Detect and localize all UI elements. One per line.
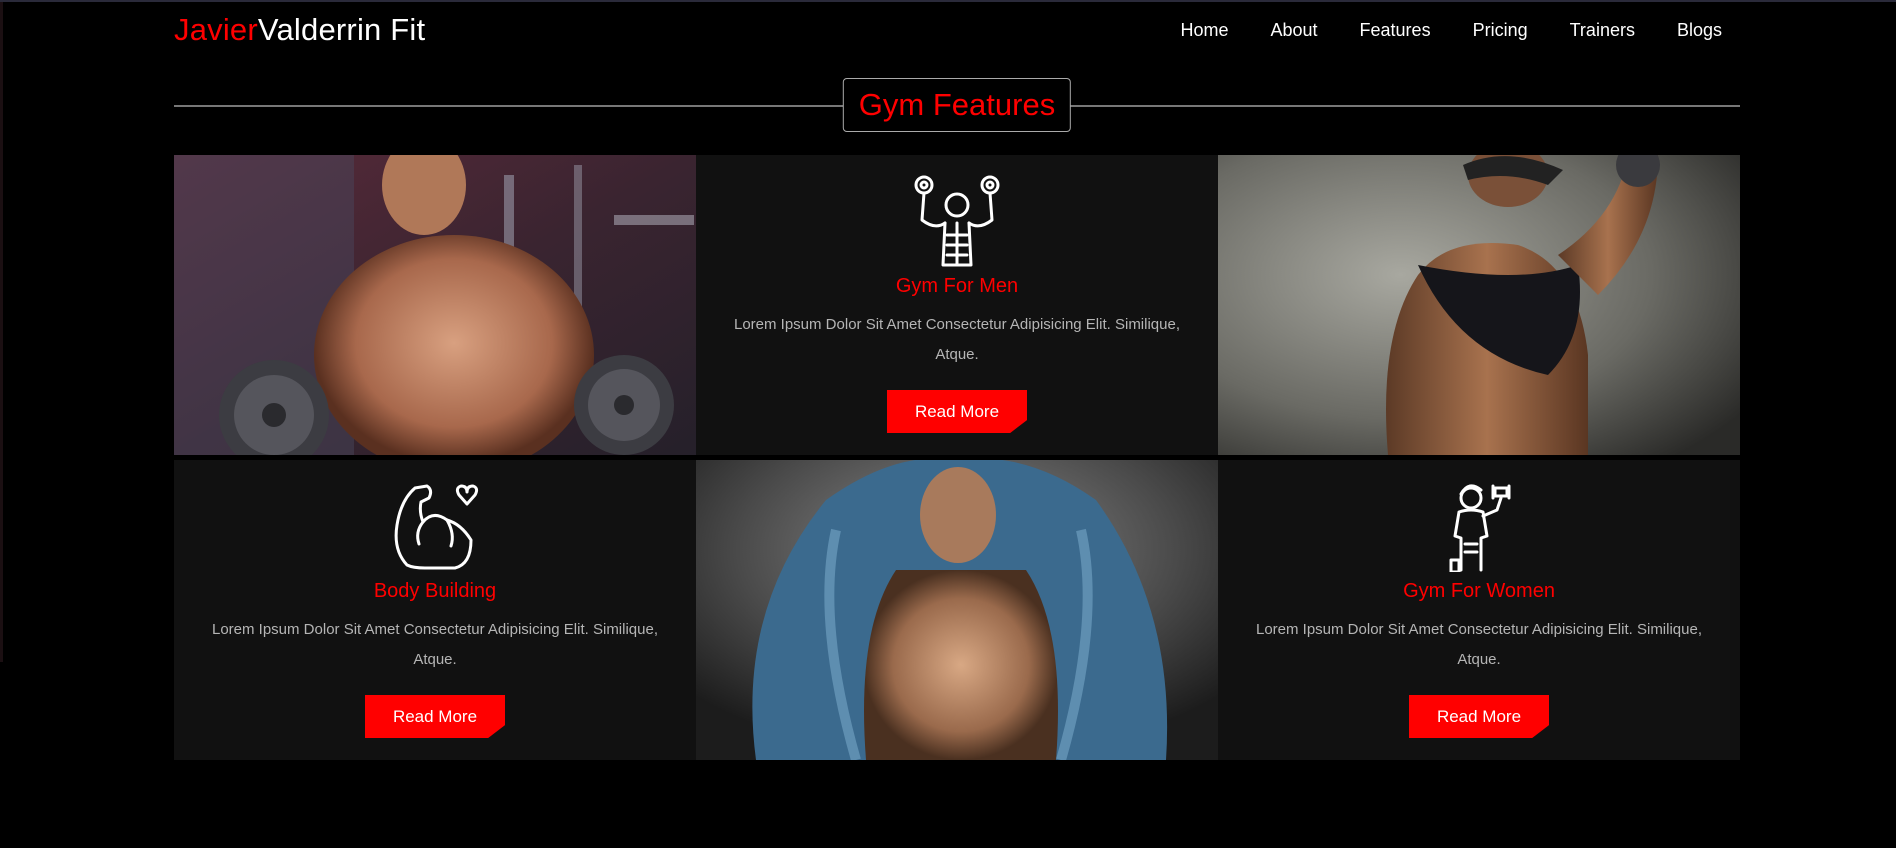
- logo-accent[interactable]: Javier: [174, 12, 258, 47]
- nav-features[interactable]: Features: [1360, 20, 1431, 41]
- man-dumbbells-image: [174, 155, 696, 455]
- read-more-button[interactable]: Read More: [887, 390, 1027, 433]
- site-header: JavierValderrin Fit Home About Features …: [174, 2, 1722, 58]
- photo-woman-fitness: [1218, 155, 1740, 455]
- flexed-arm-heart-icon: [394, 484, 479, 570]
- section-title: Gym Features: [842, 78, 1072, 132]
- woman-dumbbell-icon: [1449, 484, 1511, 572]
- man-hoodie-image: [696, 460, 1218, 760]
- feature-description: Lorem Ipsum Dolor Sit Amet Consectetur A…: [733, 316, 1180, 363]
- site-logo[interactable]: JavierValderrin Fit: [174, 12, 425, 48]
- feature-title: Gym For Women: [1403, 580, 1555, 602]
- nav-trainers[interactable]: Trainers: [1570, 20, 1635, 41]
- page: JavierValderrin Fit Home About Features …: [0, 0, 1896, 848]
- nav-about[interactable]: About: [1270, 20, 1317, 41]
- nav-home[interactable]: Home: [1180, 20, 1228, 41]
- bodybuilder-dumbbells-icon: [914, 175, 1000, 267]
- feature-card-women: Gym For Women Lorem Ipsum Dolor Sit Amet…: [1218, 460, 1740, 760]
- nav-pricing[interactable]: Pricing: [1473, 20, 1528, 41]
- feature-description: Lorem Ipsum Dolor Sit Amet Consectetur A…: [211, 621, 658, 668]
- window-edge: [0, 2, 3, 662]
- feature-title: Gym For Men: [895, 275, 1019, 297]
- main-nav: Home About Features Pricing Trainers Blo…: [1138, 20, 1722, 41]
- logo-text[interactable]: Valderrin Fit: [258, 12, 425, 47]
- woman-fitness-image: [1218, 155, 1740, 455]
- features-grid: Gym For Men Lorem Ipsum Dolor Sit Amet C…: [174, 155, 1740, 760]
- photo-man-hoodie: [696, 460, 1218, 760]
- feature-description: Lorem Ipsum Dolor Sit Amet Consectetur A…: [1255, 621, 1702, 668]
- feature-title: Body Building: [373, 580, 497, 602]
- nav-blogs[interactable]: Blogs: [1677, 20, 1722, 41]
- feature-card-bodybuilding: Body Building Lorem Ipsum Dolor Sit Amet…: [174, 460, 696, 760]
- read-more-button[interactable]: Read More: [365, 695, 505, 738]
- photo-man-dumbbells: [174, 155, 696, 455]
- read-more-button[interactable]: Read More: [1409, 695, 1549, 738]
- section-heading: Gym Features: [174, 78, 1740, 132]
- feature-card-men: Gym For Men Lorem Ipsum Dolor Sit Amet C…: [696, 155, 1218, 455]
